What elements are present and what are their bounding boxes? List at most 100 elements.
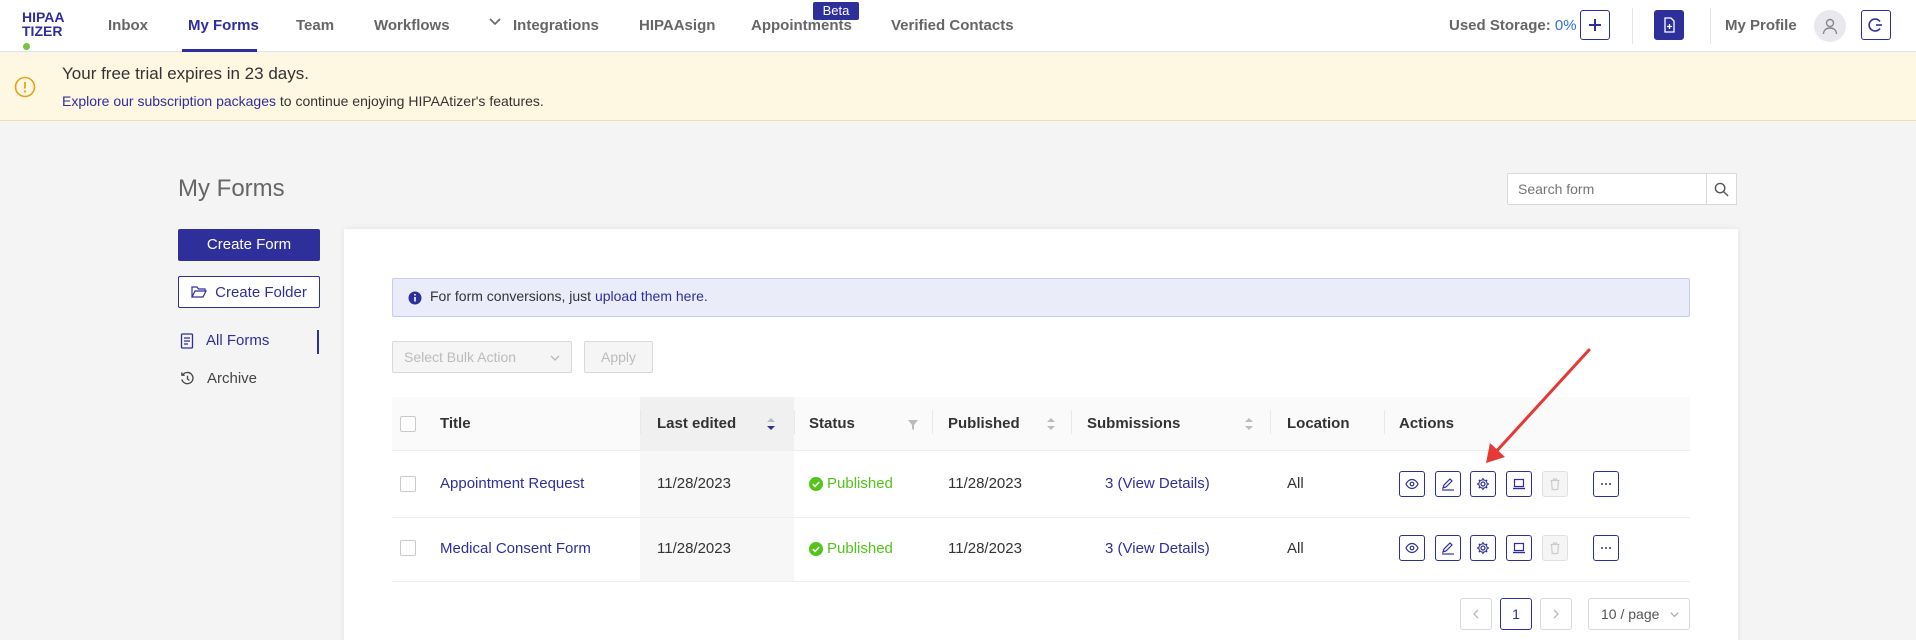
nav-integrations[interactable]: Integrations (513, 17, 599, 34)
edit-button[interactable] (1435, 471, 1461, 497)
col-status[interactable]: Status (809, 415, 855, 432)
used-storage-value: 0% (1554, 17, 1577, 34)
logout-button[interactable] (1861, 10, 1891, 40)
settings-button[interactable] (1470, 535, 1496, 561)
chevron-down-icon (550, 355, 560, 361)
embed-button[interactable] (1506, 535, 1532, 561)
filter-icon[interactable] (907, 418, 919, 435)
page-title: My Forms (178, 175, 285, 202)
check-circle-icon (809, 541, 823, 556)
add-button[interactable] (1580, 10, 1610, 40)
forms-icon (180, 332, 194, 349)
create-form-button[interactable]: Create Form (178, 229, 320, 261)
col-title[interactable]: Title (440, 415, 471, 432)
trial-banner-title: Your free trial expires in 23 days. (62, 64, 309, 83)
new-document-button[interactable] (1654, 10, 1684, 40)
view-submissions-link[interactable]: 3 (View Details) (1105, 540, 1210, 557)
view-submissions-link[interactable]: 3 (View Details) (1105, 475, 1210, 492)
form-title-link[interactable]: Appointment Request (440, 475, 584, 492)
last-edited-cell: 11/28/2023 (657, 540, 731, 557)
bulk-action-select[interactable]: Select Bulk Action (392, 341, 572, 373)
sort-icon[interactable] (1046, 417, 1056, 435)
hipaatizer-logo[interactable]: HIPAA TIZER (22, 10, 92, 50)
trial-banner-message: Explore our subscription packages to con… (62, 93, 544, 109)
sidebar-item-all-forms[interactable]: All Forms (180, 332, 269, 349)
col-submissions[interactable]: Submissions (1087, 415, 1180, 432)
trash-icon (1550, 542, 1560, 555)
nav-my-forms[interactable]: My Forms (188, 17, 259, 34)
check-circle-icon (809, 476, 823, 491)
col-divider (1270, 410, 1271, 434)
chevron-right-icon (1553, 609, 1559, 619)
row-divider (392, 517, 1690, 518)
annotation-arrow (1486, 348, 1591, 463)
published-date-cell: 11/28/2023 (948, 540, 1022, 557)
status-badge: Published (809, 475, 893, 492)
chevron-down-icon (1670, 612, 1679, 618)
search-input[interactable] (1508, 174, 1706, 204)
status-badge: Published (809, 540, 893, 557)
ellipsis-icon (1601, 483, 1611, 485)
col-location: Location (1287, 415, 1350, 432)
info-message: For form conversions, just upload them h… (430, 288, 708, 304)
search-button[interactable] (1706, 173, 1737, 205)
delete-button[interactable] (1542, 535, 1568, 561)
row-divider (392, 581, 1690, 582)
search-icon (1714, 182, 1729, 197)
col-divider (1071, 410, 1072, 434)
chevron-left-icon (1473, 609, 1479, 619)
form-title-link[interactable]: Medical Consent Form (440, 540, 591, 557)
chevron-down-icon (488, 15, 502, 33)
location-cell: All (1287, 540, 1304, 557)
upload-forms-link[interactable]: upload them here. (595, 288, 708, 304)
avatar[interactable] (1814, 10, 1846, 42)
last-edited-cell: 11/28/2023 (657, 475, 731, 492)
edit-button[interactable] (1435, 535, 1461, 561)
published-date-cell: 11/28/2023 (948, 475, 1022, 492)
eye-icon (1405, 478, 1419, 490)
user-icon (1822, 18, 1838, 35)
sort-icon[interactable] (1244, 417, 1254, 435)
create-folder-button[interactable]: Create Folder (178, 276, 320, 308)
col-divider (1384, 410, 1385, 434)
sidebar-active-indicator (317, 330, 319, 354)
nav-workflows[interactable]: Workflows (374, 17, 450, 34)
page-size-select[interactable]: 10 / page (1588, 598, 1690, 630)
col-last-edited[interactable]: Last edited (657, 415, 736, 432)
nav-divider (1710, 8, 1711, 44)
next-page-button[interactable] (1540, 598, 1572, 630)
archive-history-icon (181, 371, 194, 385)
apply-button[interactable]: Apply (584, 341, 653, 373)
preview-button[interactable] (1399, 471, 1425, 497)
sort-desc-icon[interactable] (766, 417, 776, 435)
laptop-icon (1513, 542, 1525, 554)
nav-hipaasign[interactable]: HIPAAsign (639, 17, 715, 34)
search-box (1507, 173, 1707, 205)
col-divider (794, 410, 795, 434)
prev-page-button[interactable] (1460, 598, 1492, 630)
sidebar-item-archive[interactable]: Archive (180, 370, 257, 387)
col-published[interactable]: Published (948, 415, 1020, 432)
my-profile-link[interactable]: My Profile (1725, 17, 1797, 34)
nav-verified-contacts[interactable]: Verified Contacts (891, 17, 1014, 34)
page-button-current[interactable]: 1 (1500, 598, 1532, 630)
col-actions: Actions (1399, 415, 1455, 432)
more-options-button[interactable] (1593, 535, 1619, 561)
nav-inbox[interactable]: Inbox (108, 17, 148, 34)
col-divider (932, 410, 933, 434)
preview-button[interactable] (1399, 535, 1425, 561)
nav-team[interactable]: Team (296, 17, 334, 34)
gear-icon (1477, 542, 1489, 554)
row-checkbox[interactable] (400, 476, 416, 492)
plus-icon (1589, 19, 1601, 31)
subscription-packages-link[interactable]: Explore our subscription packages (62, 93, 276, 109)
beta-badge: Beta (813, 2, 859, 20)
col-divider (640, 410, 641, 434)
folder-open-icon (191, 286, 208, 298)
location-cell: All (1287, 475, 1304, 492)
info-icon (408, 291, 422, 309)
logout-icon (1868, 18, 1882, 32)
row-checkbox[interactable] (400, 540, 416, 556)
select-all-checkbox[interactable] (400, 416, 416, 432)
warning-icon (14, 76, 36, 102)
